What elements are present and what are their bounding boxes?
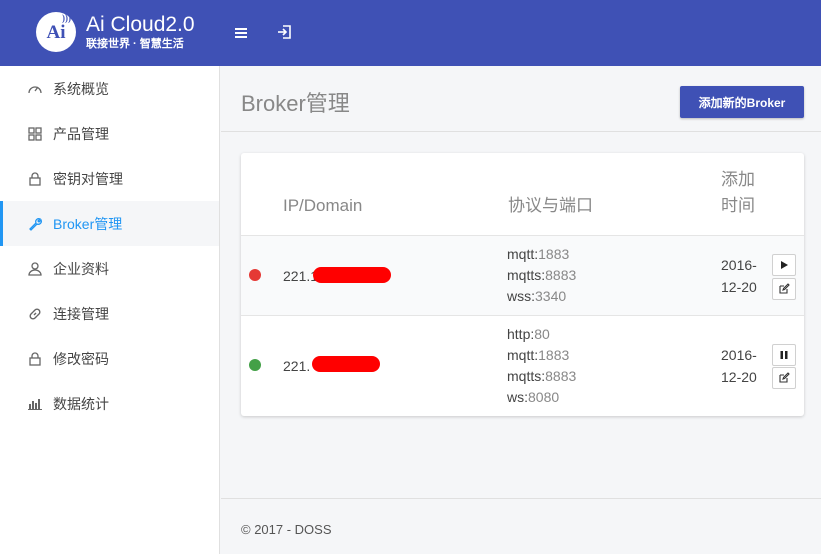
- redaction-mark: [313, 267, 391, 283]
- sidebar-item-broker[interactable]: Broker管理: [0, 201, 219, 246]
- protocol-entry: ws:8080: [507, 387, 576, 408]
- table-row: 221.1 mqtt:1883 mqtts:8883 wss:3340 2016…: [241, 236, 804, 316]
- protocol-port: 8883: [545, 368, 577, 384]
- protocol-name: http:: [507, 326, 535, 342]
- protocol-entry: http:80: [507, 324, 576, 345]
- brand-subtitle: 联接世界 · 智慧生活: [86, 38, 184, 50]
- added-date: 2016-12-20: [721, 257, 757, 295]
- copyright-text: © 2017 - DOSS: [241, 522, 332, 537]
- sidebar-item-label: 数据统计: [53, 395, 109, 412]
- sidebar-item-label: 企业资料: [53, 260, 109, 277]
- column-header-ip: IP/Domain: [283, 196, 363, 215]
- pause-broker-button[interactable]: [772, 344, 796, 366]
- link-icon: [27, 306, 43, 322]
- protocol-entry: mqtts:8883: [507, 265, 576, 286]
- wifi-icon: ))): [62, 13, 71, 23]
- sidebar-item-products[interactable]: 产品管理: [0, 111, 219, 156]
- added-date: 2016-12-20: [721, 347, 757, 385]
- protocol-name: mqtts:: [507, 267, 546, 283]
- sidebar-item-label: Broker管理: [53, 215, 123, 232]
- pause-icon: [779, 348, 789, 363]
- protocol-port: 80: [534, 326, 550, 342]
- dashboard-icon: [27, 81, 43, 97]
- edit-broker-button[interactable]: [772, 278, 796, 300]
- sidebar-item-statistics[interactable]: 数据统计: [0, 381, 219, 426]
- wrench-icon: [27, 216, 43, 232]
- protocol-port: 1883: [538, 347, 570, 363]
- sidebar-item-label: 产品管理: [53, 125, 109, 142]
- protocol-port: 3340: [535, 288, 567, 304]
- add-broker-button[interactable]: 添加新的Broker: [680, 86, 804, 118]
- protocol-entry: mqtts:8883: [507, 366, 576, 387]
- page-header: Broker管理 添加新的Broker: [221, 66, 821, 132]
- protocol-list: http:80 mqtt:1883 mqtts:8883 ws:8080: [507, 324, 576, 408]
- protocol-port: 8080: [528, 389, 560, 405]
- protocol-name: mqtt:: [507, 246, 539, 262]
- protocol-port: 8883: [545, 267, 577, 283]
- logo-text: Ai: [46, 22, 66, 43]
- protocol-entry: mqtt:1883: [507, 345, 576, 366]
- protocol-name: wss:: [507, 288, 535, 304]
- logout-icon[interactable]: [276, 23, 294, 41]
- brand-logo: Ai ))): [36, 12, 76, 52]
- bar-chart-icon: [27, 396, 43, 412]
- sidebar-item-label: 修改密码: [53, 350, 109, 367]
- protocol-list: mqtt:1883 mqtts:8883 wss:3340: [507, 244, 576, 307]
- play-icon: [779, 258, 789, 273]
- sidebar-item-label: 系统概览: [53, 80, 109, 97]
- sidebar-item-label: 密钥对管理: [53, 170, 123, 187]
- top-bar: Ai ))) Ai Cloud2.0 联接世界 · 智慧生活: [0, 0, 821, 66]
- sidebar: 系统概览 产品管理 密钥对管理 Broker管理 企业资料 连接管理 修改密码 …: [0, 66, 220, 554]
- protocol-entry: wss:3340: [507, 286, 576, 307]
- lock-icon: [27, 171, 43, 187]
- table-row: 221. http:80 mqtt:1883 mqtts:8883 ws:808…: [241, 316, 804, 416]
- footer: © 2017 - DOSS: [221, 498, 821, 554]
- edit-broker-button[interactable]: [772, 367, 796, 389]
- redaction-mark: [312, 356, 380, 372]
- ip-address: 221.: [283, 358, 311, 374]
- broker-table: IP/Domain 协议与端口 添加时间 221.1 mqtt:1883 mqt…: [241, 153, 804, 416]
- brand-title: Ai Cloud2.0: [86, 13, 195, 36]
- sidebar-item-overview[interactable]: 系统概览: [0, 66, 219, 111]
- column-header-protocol: 协议与端口: [508, 196, 593, 215]
- column-header-time: 添加时间: [721, 170, 755, 215]
- start-broker-button[interactable]: [772, 254, 796, 276]
- lock-icon: [27, 351, 43, 367]
- hamburger-menu-icon[interactable]: [234, 24, 250, 42]
- protocol-name: ws:: [507, 389, 528, 405]
- sidebar-item-change-password[interactable]: 修改密码: [0, 336, 219, 381]
- protocol-entry: mqtt:1883: [507, 244, 576, 265]
- status-indicator-red: [249, 269, 261, 281]
- protocol-name: mqtt:: [507, 347, 539, 363]
- sidebar-item-connections[interactable]: 连接管理: [0, 291, 219, 336]
- protocol-port: 1883: [538, 246, 570, 262]
- edit-icon: [778, 282, 790, 297]
- page-title: Broker管理: [241, 91, 350, 116]
- edit-icon: [778, 371, 790, 386]
- status-indicator-green: [249, 359, 261, 371]
- grid-icon: [27, 126, 43, 142]
- protocol-name: mqtts:: [507, 368, 546, 384]
- sidebar-item-keypairs[interactable]: 密钥对管理: [0, 156, 219, 201]
- user-icon: [27, 261, 43, 277]
- sidebar-item-label: 连接管理: [53, 305, 109, 322]
- sidebar-item-company[interactable]: 企业资料: [0, 246, 219, 291]
